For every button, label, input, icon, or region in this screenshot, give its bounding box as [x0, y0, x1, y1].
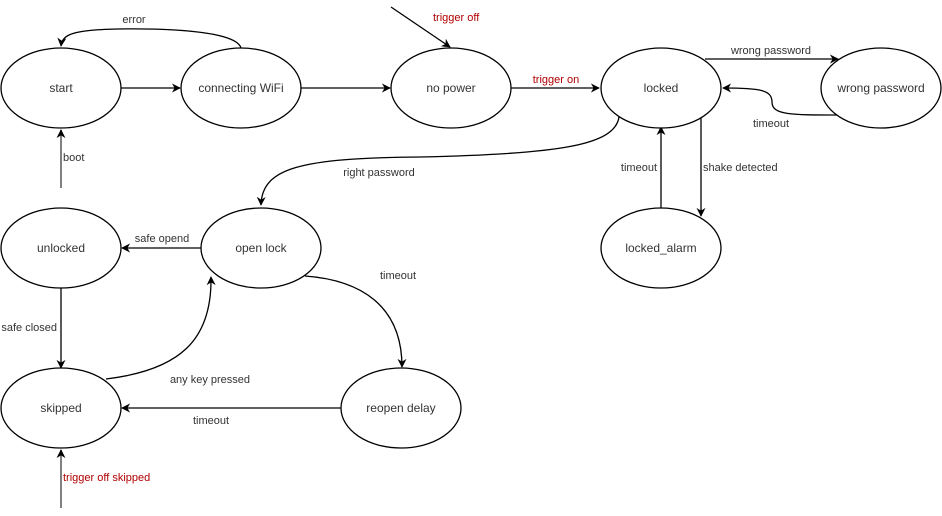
edge-skipped-openlock: [105, 276, 216, 380]
state-open-lock[interactable]: open lock: [200, 207, 322, 289]
label-boot: boot: [63, 152, 84, 164]
label-error: error: [122, 14, 146, 26]
label-trigger-off: trigger off: [433, 12, 480, 24]
state-wrong-password[interactable]: wrong password: [820, 47, 942, 129]
state-label: locked: [644, 81, 679, 95]
state-reopen-delay[interactable]: reopen delay: [340, 367, 462, 449]
label-timeout-wrongpw: timeout: [753, 118, 789, 130]
state-label: no power: [426, 81, 475, 95]
edge-connecting-start-error: [57, 28, 242, 49]
state-label: connecting WiFi: [198, 81, 283, 95]
state-label: locked_alarm: [625, 241, 696, 255]
state-label: open lock: [235, 241, 287, 255]
state-locked[interactable]: locked: [600, 47, 722, 129]
label-right-password: right password: [343, 167, 415, 179]
label-any-key-pressed: any key pressed: [170, 374, 250, 386]
state-skipped[interactable]: skipped: [0, 367, 122, 449]
state-label: reopen delay: [366, 401, 435, 415]
label-safe-opend: safe opend: [135, 233, 189, 245]
label-trigger-on: trigger on: [533, 74, 579, 86]
edge-locked-openlock: [256, 116, 620, 206]
label-wrong-password: wrong password: [730, 45, 811, 57]
state-connecting-wifi[interactable]: connecting WiFi: [180, 47, 302, 129]
label-timeout-openlock: timeout: [380, 270, 416, 282]
label-trigger-off-skipped: trigger off skipped: [63, 472, 150, 484]
state-label: wrong password: [836, 81, 924, 95]
state-unlocked[interactable]: unlocked: [0, 207, 122, 289]
state-no-power[interactable]: no power: [390, 47, 512, 129]
state-start[interactable]: start: [0, 47, 122, 129]
state-label: unlocked: [37, 241, 85, 255]
label-shake-detected: shake detected: [703, 162, 778, 174]
label-safe-closed: safe closed: [1, 322, 57, 334]
state-locked-alarm[interactable]: locked_alarm: [600, 207, 722, 289]
state-label: start: [49, 81, 73, 95]
label-timeout-alarm: timeout: [621, 162, 657, 174]
edge-openlock-reopen: [304, 275, 407, 368]
state-diagram: error boot trigger off trigger on wrong …: [0, 6, 942, 508]
label-timeout-reopen: timeout: [193, 415, 229, 427]
state-label: skipped: [40, 401, 81, 415]
